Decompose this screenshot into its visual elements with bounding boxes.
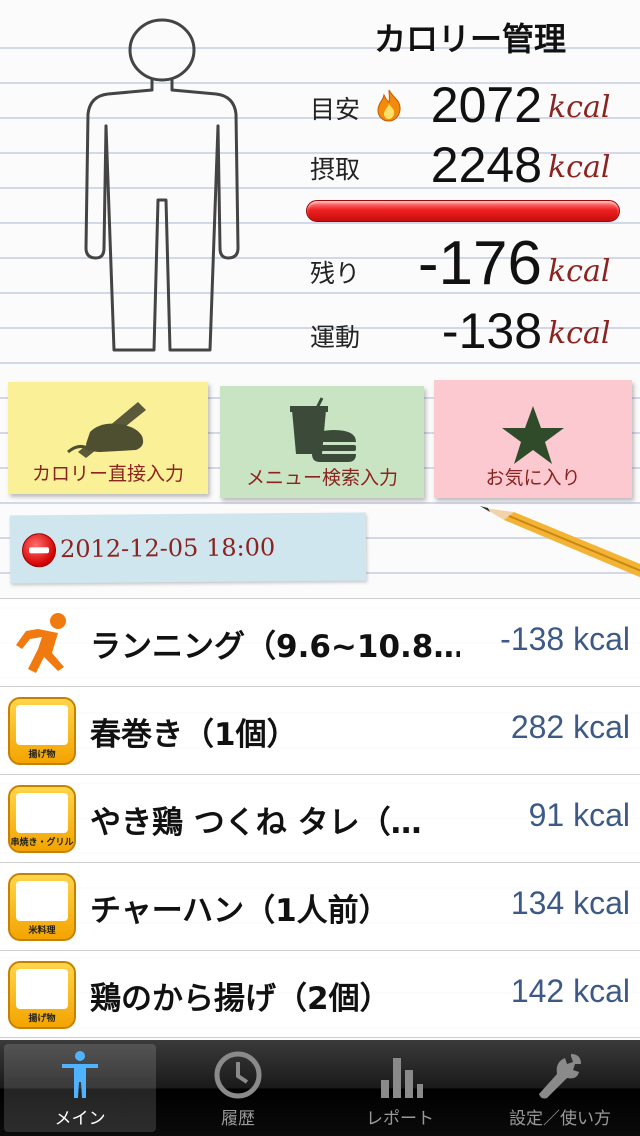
pencil-icon [480, 506, 640, 578]
remaining-unit: kcal [548, 254, 611, 289]
category-label: 米料理 [28, 926, 56, 936]
target-value: 2072 [430, 77, 542, 133]
favorites-button[interactable]: お気に入り [434, 380, 632, 498]
body-figure-icon [84, 18, 240, 352]
list-item[interactable]: 揚げ物 鶏のから揚げ（2個） 142 kcal [0, 950, 640, 1038]
clock-icon [214, 1051, 262, 1099]
rice-bowl-icon: 米料理 [8, 873, 76, 941]
tab-history[interactable]: 履歴 [162, 1044, 314, 1132]
category-label: 揚げ物 [28, 1014, 56, 1024]
food-log-list: ランニング（9.6~10.8… -138 kcal 揚げ物 春巻き（1個） 28… [0, 598, 640, 1038]
hand-writing-icon [67, 402, 146, 458]
no-entry-icon [21, 533, 57, 568]
exercise-label: 運動 [310, 323, 361, 352]
tab-history-label: 履歴 [221, 1109, 255, 1129]
exercise-unit: kcal [548, 316, 611, 351]
list-item[interactable]: 米料理 チャーハン（1人前） 134 kcal [0, 862, 640, 950]
list-item[interactable]: 串焼き・グリル やき鶏 つくね タレ（… 91 kcal [0, 774, 640, 862]
exercise-value: -138 [441, 303, 542, 359]
tab-report[interactable]: レポート [324, 1044, 476, 1132]
entry-kcal: -138 kcal [500, 621, 630, 657]
skewer-icon: 串焼き・グリル [8, 785, 76, 853]
direct-calorie-input-label: カロリー直接入力 [31, 463, 184, 485]
tab-main[interactable]: メイン [4, 1044, 156, 1132]
tab-bar: メイン 履歴 レポート 設定／使い方 [0, 1040, 640, 1136]
tab-main-label: メイン [54, 1109, 106, 1129]
entry-kcal: 282 kcal [510, 709, 630, 745]
entry-name: やき鶏 つくね タレ（… [90, 805, 422, 841]
list-item[interactable]: 揚げ物 春巻き（1個） 282 kcal [0, 686, 640, 774]
intake-unit: kcal [548, 150, 611, 185]
flame-icon [377, 89, 401, 122]
person-icon [62, 1051, 98, 1098]
entry-name: ランニング（9.6~10.8… [90, 629, 460, 665]
target-unit: kcal [548, 90, 611, 125]
star-icon [502, 406, 564, 464]
date-tag: 2012-12-05 18:00 [9, 512, 367, 584]
running-man-icon [16, 613, 66, 673]
intake-label: 摂取 [310, 155, 361, 184]
entry-kcal: 91 kcal [528, 797, 630, 833]
remaining-label: 残り [310, 259, 361, 288]
remaining-value: -176 [417, 229, 542, 298]
fried-food-icon: 揚げ物 [8, 961, 76, 1029]
favorites-label: お気に入り [485, 467, 581, 489]
entry-kcal: 142 kcal [510, 973, 630, 1009]
menu-search-input-label: メニュー検索入力 [245, 467, 398, 489]
entry-name: 春巻き（1個） [90, 717, 298, 753]
entry-name: チャーハン（1人前） [90, 893, 390, 929]
tab-settings-label: 設定／使い方 [509, 1109, 611, 1129]
date-text: 2012-12-05 18:00 [59, 533, 276, 564]
wrench-icon [539, 1054, 581, 1099]
menu-search-input-button[interactable]: メニュー検索入力 [220, 386, 424, 498]
calorie-progress-bar [306, 200, 620, 222]
fried-food-icon: 揚げ物 [8, 697, 76, 765]
tab-settings[interactable]: 設定／使い方 [484, 1044, 636, 1132]
entry-name: 鶏のから揚げ（2個） [90, 981, 391, 1017]
list-item[interactable]: ランニング（9.6~10.8… -138 kcal [0, 598, 640, 686]
category-label: 揚げ物 [28, 750, 56, 760]
target-label: 目安 [310, 95, 361, 124]
entry-kcal: 134 kcal [510, 885, 630, 921]
bar-chart-icon [381, 1058, 423, 1098]
intake-value: 2248 [430, 137, 542, 193]
direct-calorie-input-button[interactable]: カロリー直接入力 [8, 382, 208, 494]
category-label: 串焼き・グリル [10, 838, 74, 848]
fast-food-icon [290, 397, 356, 462]
page-title: カロリー管理 [373, 20, 566, 58]
tab-report-label: レポート [366, 1109, 434, 1129]
